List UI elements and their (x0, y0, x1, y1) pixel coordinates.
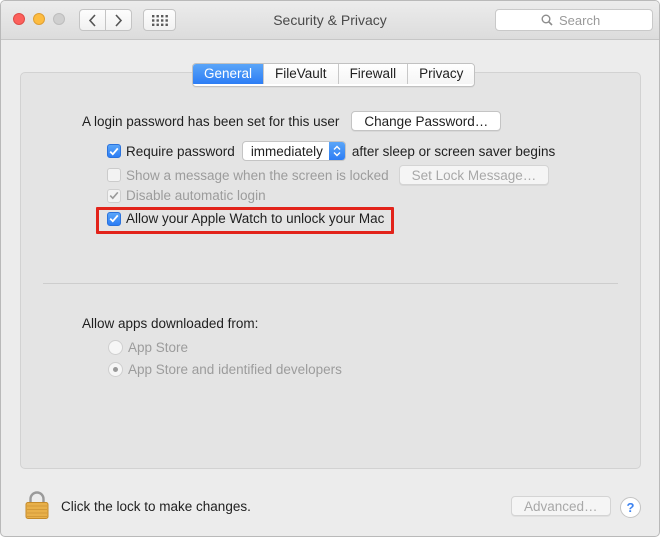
require-password-checkbox[interactable] (107, 144, 121, 158)
lock-text-row: Click the lock to make changes. (61, 499, 251, 514)
show-message-row: Show a message when the screen is locked… (107, 165, 550, 185)
set-lock-message-button[interactable]: Set Lock Message… (398, 165, 550, 185)
login-password-text: A login password has been set for this u… (82, 113, 340, 129)
change-password-button[interactable]: Change Password… (351, 111, 502, 131)
help-button[interactable]: ? (620, 497, 641, 518)
updown-chevron-icon (328, 142, 345, 160)
magnifier-icon (541, 14, 553, 26)
advanced-button[interactable]: Advanced… (511, 496, 611, 516)
lock-text: Click the lock to make changes. (61, 499, 251, 514)
advanced-row: Advanced… (511, 496, 611, 516)
search-input[interactable] (559, 12, 607, 28)
disable-login-row: Disable automatic login (107, 188, 266, 203)
question-mark-icon: ? (626, 500, 635, 515)
lock-button[interactable] (25, 491, 49, 522)
downloads-heading-row: Allow apps downloaded from: (82, 316, 258, 331)
preferences-window: Security & Privacy General FileVault Fir… (0, 0, 660, 537)
require-password-delay-value: immediately (250, 143, 323, 159)
checkmark-icon (109, 191, 119, 200)
disable-login-checkbox[interactable] (107, 188, 121, 203)
radio-app-store[interactable] (108, 340, 123, 355)
section-divider (43, 283, 618, 284)
radio-app-store-label: App Store (128, 340, 189, 355)
radio-identified-label: App Store and identified developers (128, 362, 342, 377)
disable-login-label: Disable automatic login (126, 188, 266, 203)
checkmark-icon (109, 147, 119, 156)
tab-bar: General FileVault Firewall Privacy (192, 63, 476, 87)
downloads-heading: Allow apps downloaded from: (82, 316, 259, 331)
highlight-box (96, 207, 394, 234)
tab-filevault[interactable]: FileVault (263, 64, 338, 84)
require-password-suffix: after sleep or screen saver begins (351, 143, 556, 159)
title-bar: Security & Privacy (1, 1, 659, 40)
tab-general[interactable]: General (193, 64, 264, 84)
login-password-row: A login password has been set for this u… (82, 111, 502, 131)
radio-identified-developers[interactable] (108, 362, 123, 377)
padlock-icon (25, 491, 49, 519)
radio-app-store-row: App Store (108, 340, 188, 355)
tab-privacy[interactable]: Privacy (407, 64, 475, 84)
require-password-label: Require password (126, 143, 235, 159)
show-message-label: Show a message when the screen is locked (126, 167, 389, 183)
require-password-delay-popup[interactable]: immediately (241, 141, 346, 161)
tab-firewall[interactable]: Firewall (337, 64, 408, 84)
radio-identified-row: App Store and identified developers (108, 362, 342, 377)
show-message-checkbox[interactable] (107, 168, 121, 182)
settings-panel (20, 72, 641, 469)
require-password-row: Require password immediately after sleep… (107, 141, 555, 161)
search-field[interactable] (495, 9, 653, 31)
